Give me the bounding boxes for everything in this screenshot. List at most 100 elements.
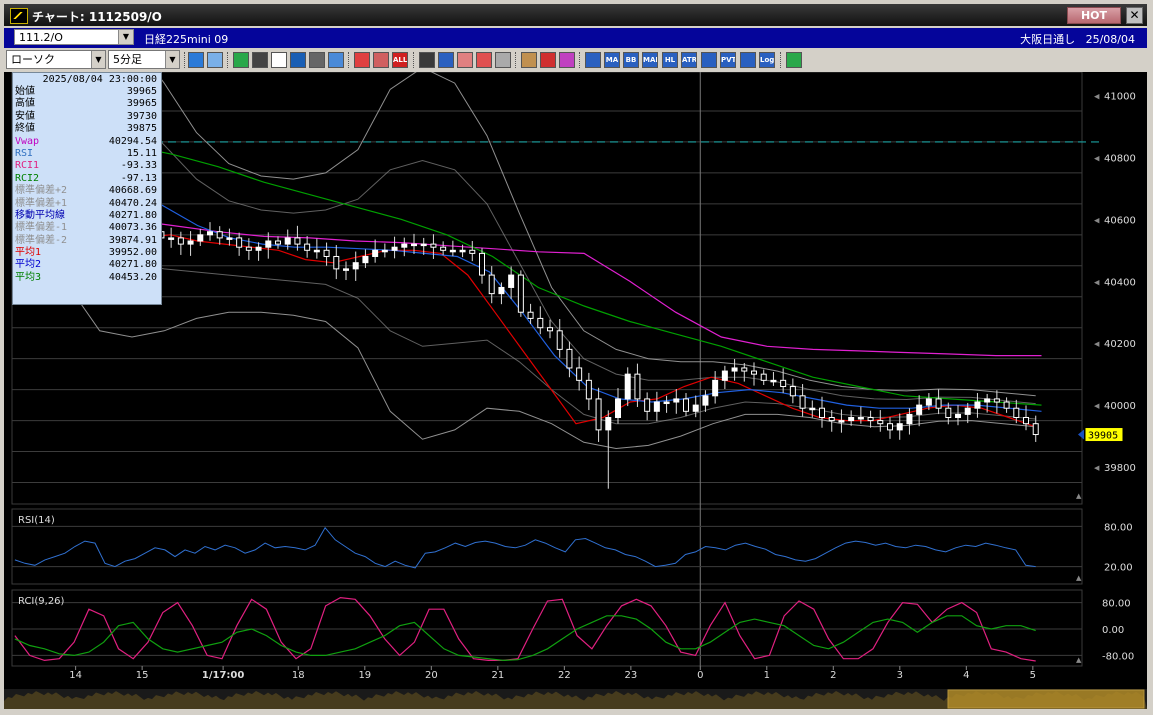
data-row-label: 標準偏差-2 (15, 234, 68, 246)
chart-canvas[interactable]: 39800◀40000◀40200◀40400◀40600◀40800◀4100… (4, 72, 1147, 709)
arrow-icon[interactable] (290, 52, 306, 68)
candle-body (925, 398, 932, 406)
x-tick-label: 2 (830, 670, 836, 681)
y-tick-label: -80.00 (1102, 651, 1134, 662)
all-button[interactable]: ALL (392, 52, 408, 68)
symbol-info-bar: 111.2/O ▼ 日経225mini 09 大阪日通し 25/08/04 (4, 28, 1147, 48)
close-icon[interactable]: ✕ (1126, 7, 1143, 24)
data-row: 終値 39875 (13, 123, 161, 135)
overview-thumb[interactable] (947, 689, 1145, 709)
search-icon[interactable] (188, 52, 204, 68)
rsi-title: RSI(14) (18, 515, 55, 526)
ma-button[interactable]: MA (604, 52, 620, 68)
data-row-label: 平均3 (15, 271, 42, 283)
data-row-label: 始値 (15, 86, 35, 97)
hot-button[interactable]: HOT (1067, 7, 1121, 24)
data-row-label: 移動平均線 (15, 209, 65, 221)
palette-icon[interactable] (559, 52, 575, 68)
rsi-line (14, 526, 1036, 569)
data-row-value: 40271.80 (108, 209, 157, 221)
last-price-label: 39905 (1088, 431, 1118, 442)
candle-body (955, 413, 962, 418)
pvt-button[interactable]: PVT (720, 52, 736, 68)
candle-body (945, 407, 952, 418)
tick-mark-icon: ◀ (1094, 340, 1100, 348)
candle-body (537, 317, 544, 329)
data-row: 高値 39965 (13, 98, 161, 110)
chevron-down-icon[interactable]: ▼ (91, 51, 105, 68)
atr-button[interactable]: ATR (681, 52, 697, 68)
chart-area[interactable]: 39800 ◀ 40000 ◀ 40200 ◀ 40400 ◀ 40600 ◀ 40800 ◀ 4100… (4, 72, 1147, 709)
candle-red-icon[interactable] (354, 52, 370, 68)
y-tick-label: 39800 (1104, 463, 1136, 474)
data-row: 平均1 39952.00 (13, 247, 161, 259)
bull-icon[interactable] (419, 52, 435, 68)
candle-body (673, 398, 680, 403)
cursor-icon[interactable] (271, 52, 287, 68)
candle-body (342, 268, 349, 271)
copy-icon[interactable] (309, 52, 325, 68)
title-bar[interactable]: チャート: 1112509/O HOT ✕ (4, 4, 1147, 26)
data-row: RCI1 -93.33 (13, 160, 161, 172)
chevron-down-icon[interactable]: ▼ (165, 51, 179, 68)
layout-icon[interactable] (207, 52, 223, 68)
x-tick-label: 14 (69, 670, 82, 681)
data-row: 平均3 40453.20 (13, 272, 161, 284)
candle-body (323, 249, 330, 257)
data-row-label: 平均1 (15, 247, 42, 259)
kagi-icon[interactable] (701, 52, 717, 68)
candle-body (896, 423, 903, 431)
candle-body (964, 407, 971, 415)
chart-window: チャート: 1112509/O HOT ✕ 111.2/O ▼ 日経225min… (0, 0, 1153, 715)
chevron-down-icon[interactable]: ▼ (118, 30, 133, 44)
candle-body (187, 240, 194, 245)
bb-button[interactable]: BB (623, 52, 639, 68)
box-icon[interactable] (740, 52, 756, 68)
data-row-value: 40470.24 (108, 197, 157, 209)
y-tick-label: 40000 (1104, 401, 1136, 412)
candle-body (177, 237, 184, 245)
candle-body (809, 407, 816, 411)
candle-body (741, 367, 748, 372)
symbol-value: 111.2/O (19, 31, 63, 44)
candle-body (799, 395, 806, 409)
candle-body (838, 420, 845, 423)
pen-icon[interactable] (252, 52, 268, 68)
candle-body (206, 231, 213, 236)
timeframe-select[interactable]: 5分足 ▼ (108, 50, 180, 69)
zoom-icon[interactable] (438, 52, 454, 68)
candle-body (479, 252, 486, 276)
mae-button[interactable]: MAE (642, 52, 658, 68)
candle-body (1013, 407, 1020, 418)
plus-minus-icon[interactable] (476, 52, 492, 68)
chart-type-value: ローソク (11, 53, 55, 66)
candle-body (916, 404, 923, 415)
candle-body (653, 401, 660, 412)
y-tick-label: 40800 (1104, 153, 1136, 164)
candle-body (274, 240, 281, 245)
data-row-value: 15.11 (126, 147, 157, 159)
bars-icon[interactable] (457, 52, 473, 68)
trendline-icon[interactable] (233, 52, 249, 68)
log-button[interactable]: Log (759, 52, 775, 68)
trash-icon[interactable] (328, 52, 344, 68)
grid-icon[interactable] (521, 52, 537, 68)
data-row-value: -93.33 (120, 160, 157, 172)
data-row-label: 標準偏差+2 (15, 185, 68, 197)
settings-icon[interactable] (786, 52, 802, 68)
data-row-label: 高値 (15, 98, 35, 110)
scroll-up-icon: ▲ (1076, 492, 1082, 500)
candle-body (760, 373, 767, 381)
candle-body (236, 237, 243, 248)
candle-icon[interactable] (373, 52, 389, 68)
ichimoku-icon[interactable] (585, 52, 601, 68)
tools-icon[interactable] (540, 52, 556, 68)
chart-type-select[interactable]: ローソク ▼ (6, 50, 106, 69)
disabled-icon[interactable] (495, 52, 511, 68)
symbol-select[interactable]: 111.2/O ▼ (14, 29, 134, 45)
candle-body (411, 243, 418, 247)
session-date: 大阪日通し 25/08/04 (1020, 31, 1135, 47)
tick-mark-icon: ◀ (1094, 154, 1100, 162)
hl-button[interactable]: HL (662, 52, 678, 68)
data-row-value: 40294.54 (108, 135, 157, 147)
